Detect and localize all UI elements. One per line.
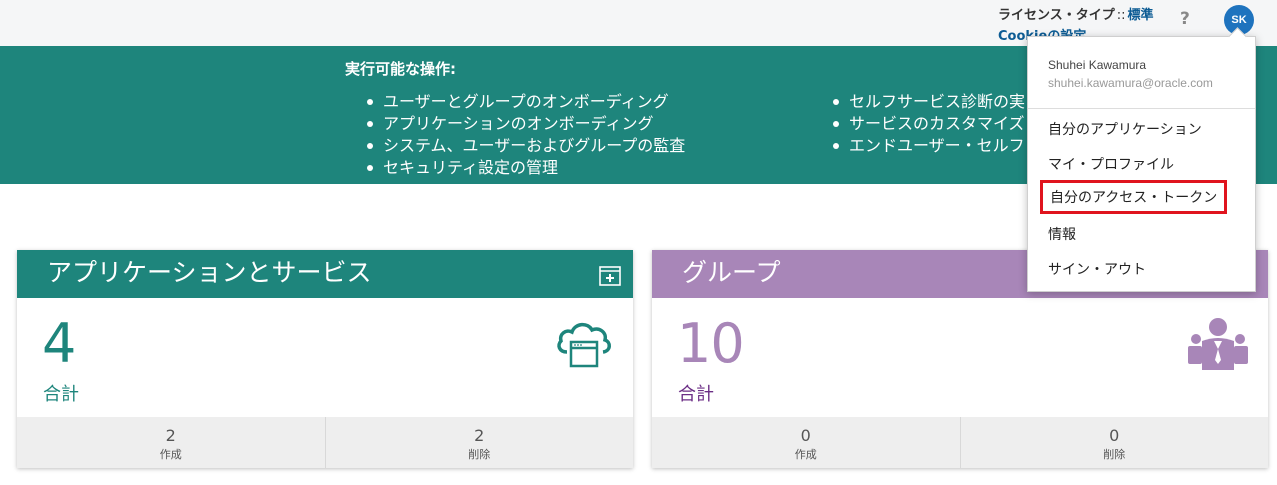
menu-user-email: shuhei.kawamura@oracle.com [1048,76,1213,90]
created-label: 作成 [794,448,817,461]
deleted-stat[interactable]: 2 削除 [324,417,634,468]
menu-item-my-profile[interactable]: マイ・プロファイル [1048,154,1174,174]
menu-item-about[interactable]: 情報 [1048,224,1076,244]
created-stat[interactable]: 2 作成 [17,417,325,468]
action-item: システム、ユーザーおよびグループの監査 [363,135,685,157]
license-value: 標準 [1127,8,1154,23]
deleted-label: 削除 [468,448,491,461]
group-people-icon [1188,318,1248,370]
card-footer: 0 作成 0 削除 [652,417,1268,468]
banner-title: 実行可能な操作: [345,60,456,78]
created-value: 0 [800,426,811,445]
user-dropdown-menu: Shuhei Kawamura shuhei.kawamura@oracle.c… [1027,36,1256,292]
applications-card[interactable]: アプリケーションとサービス 4 合計 2 作成 2 削除 [17,250,633,468]
deleted-stat[interactable]: 0 削除 [959,417,1269,468]
license-label: ライセンス・タイプ [998,8,1115,23]
total-label: 合計 [678,384,714,405]
total-label: 合計 [43,384,79,405]
action-list-left: ユーザーとグループのオンボーディング アプリケーションのオンボーディング システ… [363,91,685,179]
menu-user-name: Shuhei Kawamura [1048,58,1147,72]
action-item: セキュリティ設定の管理 [363,157,685,179]
deleted-label: 削除 [1103,448,1126,461]
groups-count: 10 [677,312,745,375]
created-stat[interactable]: 0 作成 [652,417,960,468]
menu-item-my-applications[interactable]: 自分のアプリケーション [1048,119,1202,139]
help-icon[interactable]: ? [1180,9,1190,29]
menu-divider [1028,108,1255,109]
card-footer: 2 作成 2 削除 [17,417,633,468]
menu-item-sign-out[interactable]: サイン・アウト [1048,259,1146,279]
action-list-right: セルフサービス診断の実 サービスのカスタマイズ エンドユーザー・セルフ [829,91,1025,157]
card-title: アプリケーションとサービス [47,258,372,287]
created-label: 作成 [159,448,182,461]
add-window-icon[interactable] [599,266,621,286]
menu-item-my-access-tokens[interactable]: 自分のアクセス・トークン [1040,180,1228,214]
action-item: ユーザーとグループのオンボーディング [363,91,685,113]
card-title: グループ [682,258,781,287]
card-header: アプリケーションとサービス [17,250,633,298]
deleted-value: 2 [474,426,485,445]
cloud-app-icon [557,322,611,368]
applications-count: 4 [42,312,76,375]
action-item: エンドユーザー・セルフ [829,135,1025,157]
license-type: ライセンス・タイプ:: 標準 [998,4,1154,23]
action-item: セルフサービス診断の実 [829,91,1025,113]
action-item: サービスのカスタマイズ [829,113,1025,135]
license-separator: :: [1116,8,1126,23]
deleted-value: 0 [1109,426,1120,445]
created-value: 2 [165,426,176,445]
action-item: アプリケーションのオンボーディング [363,113,685,135]
